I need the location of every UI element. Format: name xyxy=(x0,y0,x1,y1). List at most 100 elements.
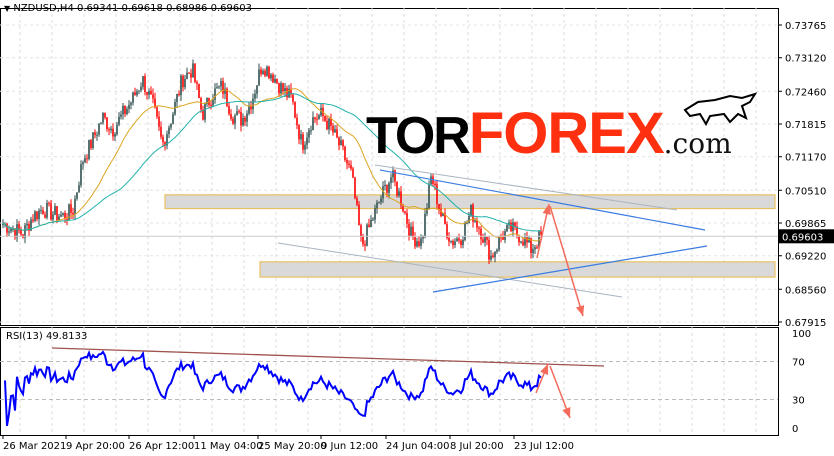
candle-body xyxy=(348,163,350,166)
candle-body xyxy=(138,90,140,92)
candle-body xyxy=(74,198,76,215)
candle-body xyxy=(170,123,172,128)
candle-body xyxy=(222,81,224,94)
price-tick-label: 0.71815 xyxy=(785,120,826,131)
candle-body xyxy=(364,244,366,246)
candle-body xyxy=(34,211,36,221)
symbol-label: NZDUSD,H4 xyxy=(13,3,74,14)
current-price-label: 0.69603 xyxy=(782,232,823,243)
candle-body xyxy=(94,132,96,136)
candle-body xyxy=(190,73,192,78)
candle-body xyxy=(272,74,274,83)
candle-body xyxy=(436,184,438,205)
candle-body xyxy=(102,113,104,123)
candle-body xyxy=(302,134,304,150)
candle-body xyxy=(140,86,142,91)
candle-body xyxy=(32,219,34,221)
time-tick-label: 9 Apr 20:00 xyxy=(66,441,125,452)
time-tick-label: 8 Jul 20:00 xyxy=(450,441,504,452)
candle-body xyxy=(514,222,516,227)
candle-body xyxy=(478,227,480,229)
candle-body xyxy=(256,85,258,94)
candle-body xyxy=(50,203,52,220)
candle-body xyxy=(200,98,202,110)
time-tick-label: 23 Jul 12:00 xyxy=(514,441,574,452)
candle-body xyxy=(134,92,136,96)
candle-body xyxy=(86,158,88,160)
chart-window: 0.73765 0.73120 0.72460 0.71815 0.71170 0.705… xyxy=(0,0,834,456)
candle-body xyxy=(80,164,82,186)
candle-body xyxy=(296,117,298,126)
candle-body xyxy=(144,76,146,93)
candle-body xyxy=(326,120,328,130)
candle-body xyxy=(316,119,318,121)
candle-body xyxy=(430,176,432,185)
candle-body xyxy=(344,146,346,160)
candle-body xyxy=(38,210,40,220)
candle-body xyxy=(114,134,116,137)
candle-body xyxy=(428,184,430,209)
candle-body xyxy=(358,204,360,226)
candle-body xyxy=(150,90,152,95)
price-tick-label: 0.73765 xyxy=(785,21,826,32)
candle-body xyxy=(406,212,408,224)
candle-body xyxy=(6,223,8,233)
candle-body xyxy=(110,128,112,131)
candle-body xyxy=(186,72,188,79)
candle-body xyxy=(536,247,538,249)
chart-header: ▼ NZDUSD,H4 0.69341 0.69618 0.68986 0.69… xyxy=(4,3,252,14)
candle-body xyxy=(54,206,56,215)
candle-body xyxy=(258,69,260,86)
price-tick-label: 0.69865 xyxy=(785,219,826,230)
price-tick-label: 0.72460 xyxy=(785,87,826,98)
candle-body xyxy=(532,249,534,254)
candle-body xyxy=(520,241,522,243)
candle-body xyxy=(44,214,46,218)
candle-body xyxy=(96,134,98,136)
candle-body xyxy=(312,117,314,131)
candle-body xyxy=(196,82,198,84)
rsi-panel-border xyxy=(0,327,779,436)
candle-body xyxy=(374,208,376,220)
candle-body xyxy=(130,102,132,105)
candle-body xyxy=(306,137,308,145)
candle-body xyxy=(268,66,270,79)
candle-body xyxy=(100,122,102,124)
candle-body xyxy=(298,125,300,140)
candle-body xyxy=(354,177,356,199)
candle-body xyxy=(396,181,398,196)
candle-body xyxy=(522,241,524,246)
time-tick-label: 26 Mar 2021 xyxy=(3,441,66,452)
candle-body xyxy=(220,81,222,87)
candle-body xyxy=(294,101,296,118)
candle-body xyxy=(404,211,406,213)
candle-body xyxy=(244,117,246,122)
candle-body xyxy=(118,116,120,125)
candle-body xyxy=(510,222,512,232)
candle-body xyxy=(98,123,100,135)
candle-body xyxy=(36,211,38,220)
candle-body xyxy=(488,239,490,260)
candle-body xyxy=(76,192,78,199)
candle-body xyxy=(116,124,118,135)
candle-body xyxy=(16,224,18,238)
candle-body xyxy=(20,230,22,235)
candle-body xyxy=(82,162,84,165)
price-tick-label: 0.68560 xyxy=(785,285,826,296)
candle-body xyxy=(490,255,492,260)
candle-body xyxy=(282,83,284,92)
candle-body xyxy=(392,170,394,178)
price-tick-label: 0.71170 xyxy=(785,153,826,164)
candle-body xyxy=(46,202,48,218)
candle-body xyxy=(506,225,508,232)
candle-body xyxy=(26,223,28,226)
forecast-arrow-down-head xyxy=(575,305,585,316)
candle-body xyxy=(372,219,374,221)
candle-body xyxy=(310,130,312,132)
collapse-triangle-icon[interactable]: ▼ xyxy=(4,4,10,13)
candle-body xyxy=(370,220,372,227)
candle-body xyxy=(42,210,44,215)
candle-body xyxy=(438,204,440,210)
candle-body xyxy=(424,213,426,236)
chart-canvas[interactable]: 0.73765 0.73120 0.72460 0.71815 0.71170 0.705… xyxy=(0,0,834,456)
